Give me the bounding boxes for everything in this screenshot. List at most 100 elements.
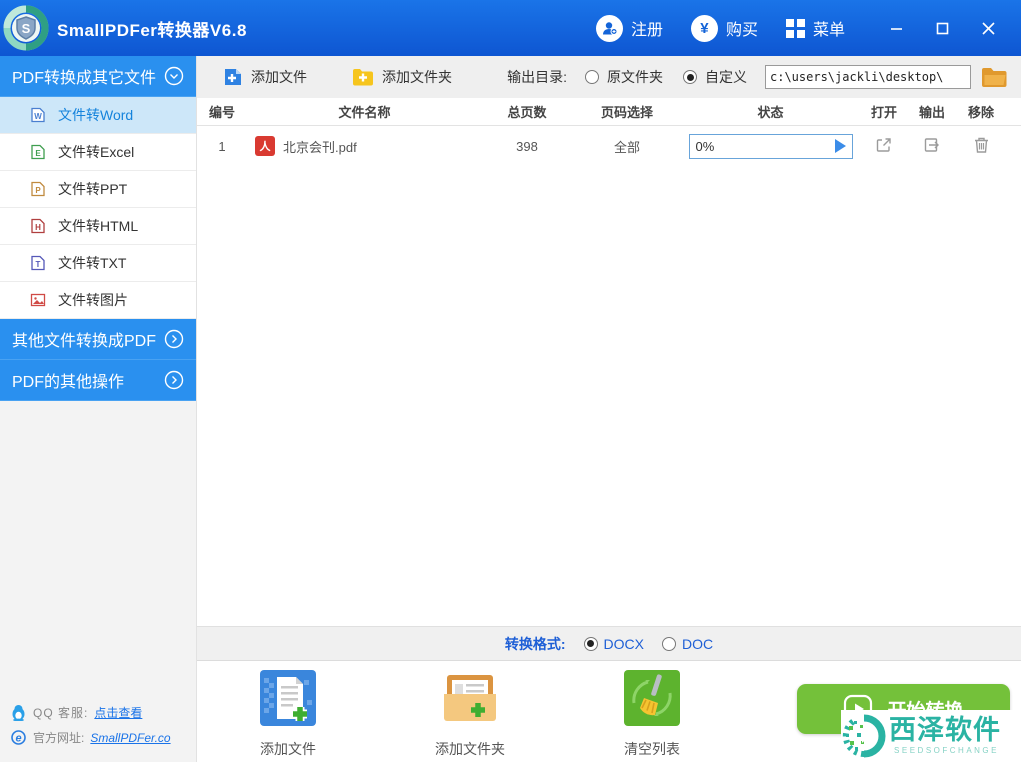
sidebar-item-pdf-to-ppt[interactable]: P 文件转PPT <box>0 171 196 208</box>
folder-icon <box>982 67 1007 87</box>
radio-doc[interactable]: DOC <box>662 636 713 652</box>
svg-text:H: H <box>35 223 41 232</box>
play-icon <box>834 139 846 153</box>
ppt-doc-icon: P <box>31 181 45 197</box>
clear-list-icon <box>624 670 680 726</box>
excel-doc-icon: E <box>31 144 45 160</box>
qq-icon <box>12 705 25 721</box>
qq-service-link[interactable]: 点击查看 <box>94 704 142 721</box>
app-logo-icon: S <box>3 5 49 51</box>
svg-text:T: T <box>36 260 41 269</box>
txt-doc-icon: T <box>31 255 45 271</box>
col-status: 状态 <box>757 105 784 120</box>
watermark: 西泽软件 SEEDSOFCHANGE <box>841 710 1013 762</box>
add-folder-big-button[interactable]: 添加文件夹 <box>415 670 525 759</box>
col-open: 打开 <box>870 105 897 120</box>
sidebar-item-label: 文件转Excel <box>58 144 135 160</box>
sidebar-item-pdf-to-excel[interactable]: E 文件转Excel <box>0 134 196 171</box>
add-folder-label: 添加文件夹 <box>382 69 452 85</box>
menu-button[interactable]: 菜单 <box>785 16 845 40</box>
add-file-big-button[interactable]: 添加文件 <box>233 670 343 759</box>
register-user-icon <box>595 14 623 42</box>
sidebar-item-pdf-to-word[interactable]: W 文件转Word <box>0 97 196 134</box>
section-label: PDF的其他操作 <box>12 374 125 391</box>
toolbar: 添加文件 添加文件夹 输出目录: 原文件夹 自定义 <box>197 56 1021 98</box>
output-path-input[interactable] <box>765 65 971 89</box>
qq-service-label: QQ 客服: <box>33 706 89 720</box>
radio-icon <box>583 636 598 651</box>
sidebar-item-label: 文件转Word <box>58 107 134 123</box>
radio-icon <box>585 70 599 84</box>
add-file-big-icon <box>260 670 316 726</box>
table-row: 1 人 北京会刊.pdf 398 全部 0% <box>197 126 1021 166</box>
add-folder-button[interactable]: 添加文件夹 <box>352 67 452 87</box>
sidebar: PDF转换成其它文件 W 文件转Word E 文件转Excel P 文件转PPT… <box>0 56 197 762</box>
total-pages: 398 <box>516 138 538 154</box>
open-file-button[interactable] <box>875 136 893 157</box>
chevron-right-circle-icon <box>164 329 184 349</box>
radio-original-label: 原文件夹 <box>607 69 663 85</box>
site-label: 官方网址: <box>33 731 85 745</box>
file-name: 北京会刊.pdf <box>283 139 357 155</box>
col-pages: 总页数 <box>507 105 547 120</box>
buy-button[interactable]: ¥ 购买 <box>690 14 758 42</box>
remove-file-button[interactable] <box>973 136 990 157</box>
output-dir-label: 输出目录: <box>507 69 567 85</box>
trash-icon <box>974 137 988 153</box>
titlebar: S SmallPDFer转换器V6.8 注册 ¥ 购买 菜单 <box>0 0 1021 56</box>
main-panel: 添加文件 添加文件夹 输出目录: 原文件夹 自定义 c:\users\jackl… <box>197 56 1021 762</box>
progress-bar[interactable]: 0% <box>688 133 853 159</box>
word-doc-icon: W <box>31 107 45 123</box>
clear-list-button[interactable]: 清空列表 <box>597 670 707 759</box>
col-remove: 移除 <box>967 105 994 120</box>
sidebar-section-pdf-other-ops[interactable]: PDF的其他操作 <box>0 360 196 401</box>
page-range[interactable]: 全部 <box>572 137 682 156</box>
sidebar-item-pdf-to-txt[interactable]: T 文件转TXT <box>0 245 196 282</box>
buy-label: 购买 <box>725 22 758 39</box>
sidebar-item-pdf-to-html[interactable]: H 文件转HTML <box>0 208 196 245</box>
sidebar-item-pdf-to-image[interactable]: 文件转图片 <box>0 282 196 319</box>
sidebar-footer: QQ 客服: 点击查看 e 官方网址: SmallPDFer.co <box>0 700 197 750</box>
svg-text:P: P <box>35 186 41 195</box>
svg-text:S: S <box>22 21 31 36</box>
minimize-button[interactable] <box>873 8 919 48</box>
html-doc-icon: H <box>31 218 45 234</box>
sidebar-item-label: 文件转TXT <box>58 255 127 271</box>
pdf-file-icon: 人 <box>255 136 275 156</box>
format-label: 转换格式: <box>504 635 566 652</box>
clear-list-label: 清空列表 <box>624 741 680 757</box>
app-title: SmallPDFer转换器V6.8 <box>57 20 247 40</box>
add-file-button[interactable]: 添加文件 <box>223 67 307 87</box>
menu-label: 菜单 <box>812 22 845 39</box>
add-folder-big-icon <box>444 675 496 721</box>
maximize-button[interactable] <box>919 8 965 48</box>
site-link[interactable]: SmallPDFer.co <box>90 731 170 745</box>
col-number: 编号 <box>208 105 235 120</box>
sidebar-section-other-to-pdf[interactable]: 其他文件转换成PDF <box>0 319 196 360</box>
browser-e-icon: e <box>11 730 26 745</box>
radio-custom[interactable]: 自定义 <box>683 67 747 87</box>
sidebar-item-label: 文件转图片 <box>58 292 128 308</box>
sidebar-section-pdf-to-other[interactable]: PDF转换成其它文件 <box>0 56 196 97</box>
open-output-button[interactable] <box>923 136 941 157</box>
register-button[interactable]: 注册 <box>595 14 663 42</box>
col-filename: 文件名称 <box>338 105 391 120</box>
chevron-down-circle-icon <box>164 66 184 86</box>
section-label: PDF转换成其它文件 <box>12 70 157 87</box>
docx-label: DOCX <box>603 635 644 652</box>
svg-text:E: E <box>35 149 41 158</box>
chevron-right-circle-icon <box>164 370 184 390</box>
add-folder-icon <box>353 69 373 86</box>
radio-original-folder[interactable]: 原文件夹 <box>585 67 663 87</box>
radio-docx[interactable]: DOCX <box>583 635 644 652</box>
yuan-icon: ¥ <box>690 14 718 42</box>
register-label: 注册 <box>630 22 663 39</box>
col-output: 输出 <box>918 105 945 120</box>
watermark-subtitle: SEEDSOFCHANGE <box>894 746 999 755</box>
browse-folder-button[interactable] <box>981 67 1007 88</box>
format-bar: 转换格式: DOCX DOC <box>197 626 1021 661</box>
sidebar-item-label: 文件转PPT <box>58 181 128 197</box>
radio-icon <box>662 636 676 651</box>
close-button[interactable] <box>965 8 1011 48</box>
watermark-logo-icon <box>842 714 886 758</box>
